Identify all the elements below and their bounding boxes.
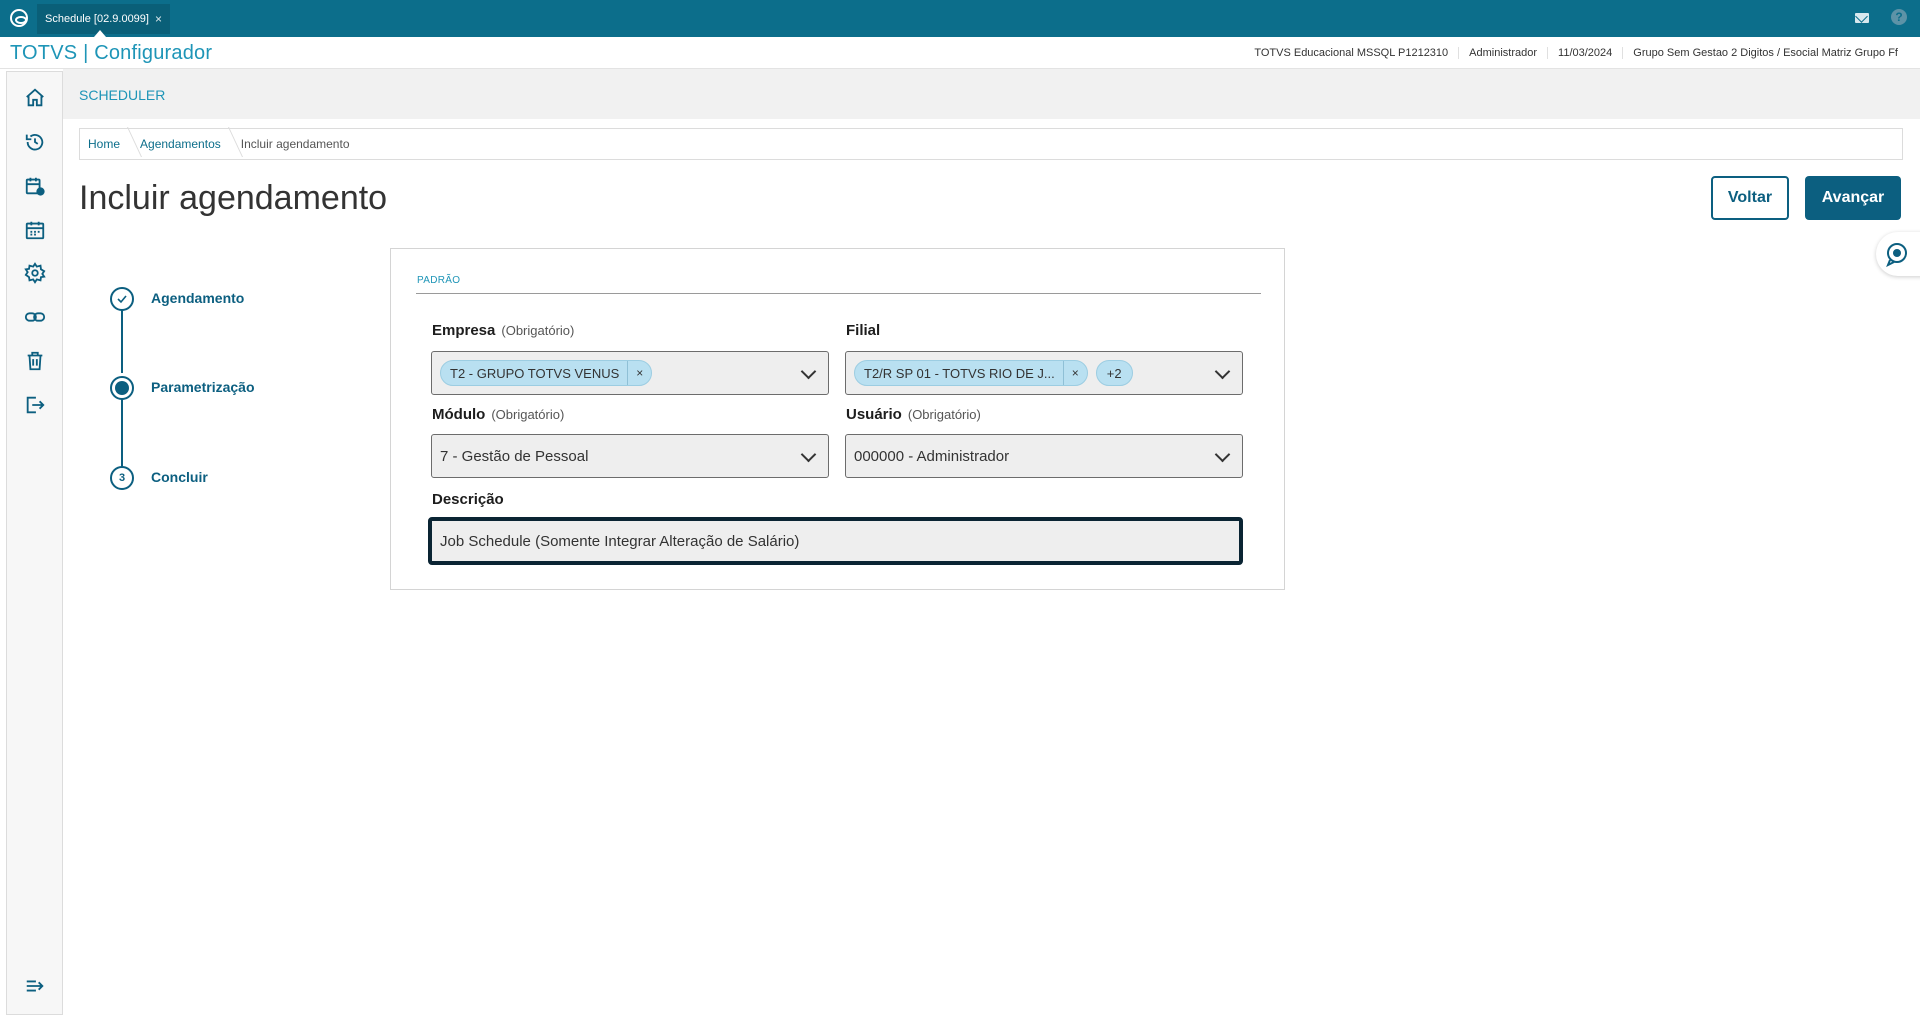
filial-chip: T2/R SP 01 - TOTVS RIO DE J... × [854, 360, 1088, 386]
usuario-label: Usuário (Obrigatório) [846, 406, 981, 423]
chat-icon [1886, 243, 1907, 267]
empresa-chip: T2 - GRUPO TOTVS VENUS × [440, 360, 653, 386]
step-done-check-icon [110, 287, 134, 311]
step-label-parametrizacao[interactable]: Parametrização [151, 379, 255, 395]
empresa-chip-label: T2 - GRUPO TOTVS VENUS [450, 365, 620, 381]
link-icon[interactable] [20, 302, 50, 332]
trash-icon[interactable] [20, 346, 50, 376]
brand-title: TOTVS | Configurador [10, 42, 213, 64]
next-button[interactable]: Avançar [1805, 176, 1901, 220]
empresa-label: Empresa (Obrigatório) [432, 322, 574, 339]
breadcrumb-home[interactable]: Home [80, 137, 132, 151]
modulo-required: (Obrigatório) [491, 407, 565, 422]
empresa-chip-remove-icon[interactable]: × [627, 361, 651, 385]
calendar-settings-icon[interactable] [20, 171, 50, 201]
section-divider [416, 293, 1261, 294]
step-active-icon [110, 376, 134, 400]
empresa-select[interactable]: T2 - GRUPO TOTVS VENUS × [431, 351, 829, 395]
breadcrumb: Home Agendamentos Incluir agendamento [79, 128, 1903, 160]
step-label-agendamento[interactable]: Agendamento [151, 290, 244, 306]
filial-label: Filial [846, 322, 881, 339]
filial-more-chip[interactable]: +2 [1095, 360, 1133, 386]
window-titlebar: Schedule [02.9.0099] × ? [0, 0, 1920, 37]
company-label: Grupo Sem Gestao 2 Digitos / Esocial Mat… [1622, 47, 1908, 59]
home-icon[interactable] [20, 83, 50, 113]
chat-help-button[interactable] [1876, 232, 1920, 276]
environment-label: TOTVS Educacional MSSQL P1212310 [1254, 47, 1449, 59]
modulo-select[interactable]: 7 - Gestão de Pessoal [431, 434, 829, 478]
descricao-input[interactable]: Job Schedule (Somente Integrar Alteração… [428, 517, 1243, 565]
empresa-label-text: Empresa [432, 322, 496, 339]
modulo-label-text: Módulo [432, 406, 486, 423]
chevron-down-icon[interactable] [800, 363, 817, 380]
usuario-select[interactable]: 000000 - Administrador [845, 434, 1243, 478]
descricao-label: Descrição [432, 491, 504, 508]
history-icon[interactable] [20, 127, 50, 157]
logout-icon[interactable] [20, 390, 50, 420]
chevron-down-icon[interactable] [1214, 363, 1231, 380]
chevron-down-icon[interactable] [800, 446, 817, 463]
step-label-concluir[interactable]: Concluir [151, 469, 208, 485]
form-card: PADRÃO Empresa (Obrigatório) T2 - GRUPO T… [390, 248, 1285, 590]
sidebar [6, 71, 63, 1015]
mail-icon[interactable] [1853, 9, 1871, 27]
header-info: TOTVS Educacional MSSQL P1212310 Adminis… [1244, 37, 1908, 69]
usuario-value: 000000 - Administrador [854, 447, 1010, 465]
modulo-label: Módulo (Obrigatório) [432, 406, 564, 423]
stepper: Agendamento Parametrização 3 Concluir [63, 287, 263, 507]
gear-icon[interactable] [20, 258, 50, 288]
expand-menu-icon[interactable] [20, 971, 50, 1001]
usuario-label-text: Usuário [846, 406, 902, 423]
modulo-value: 7 - Gestão de Pessoal [440, 447, 589, 465]
module-title: SCHEDULER [79, 87, 166, 103]
step-connector [121, 391, 123, 467]
breadcrumb-agendamentos[interactable]: Agendamentos [132, 137, 233, 151]
calendar-icon[interactable] [20, 215, 50, 245]
back-button[interactable]: Voltar [1711, 176, 1789, 220]
tab-title: Schedule [02.9.0099] [45, 13, 149, 25]
empresa-required: (Obrigatório) [501, 323, 575, 338]
app-header: TOTVS | Configurador TOTVS Educacional M… [0, 37, 1920, 69]
date-label: 11/03/2024 [1547, 47, 1622, 59]
filial-select[interactable]: T2/R SP 01 - TOTVS RIO DE J... × +2 [845, 351, 1243, 395]
chevron-down-icon[interactable] [1214, 446, 1231, 463]
tab-close-icon[interactable]: × [155, 6, 162, 32]
filial-chip-remove-icon[interactable]: × [1062, 361, 1087, 385]
filial-chip-label: T2/R SP 01 - TOTVS RIO DE J... [864, 365, 1055, 381]
user-label: Administrador [1458, 47, 1547, 59]
section-label: PADRÃO [417, 275, 461, 286]
step-number-3: 3 [110, 466, 134, 490]
module-band: SCHEDULER [63, 69, 1920, 119]
tab-indicator [94, 30, 106, 37]
help-icon[interactable]: ? [1891, 9, 1909, 27]
main-content: SCHEDULER Home Agendamentos Incluir agen… [63, 69, 1920, 1017]
breadcrumb-current: Incluir agendamento [240, 137, 350, 151]
app-logo-icon [10, 9, 28, 27]
page-title: Incluir agendamento [79, 179, 388, 217]
usuario-required: (Obrigatório) [907, 407, 981, 422]
